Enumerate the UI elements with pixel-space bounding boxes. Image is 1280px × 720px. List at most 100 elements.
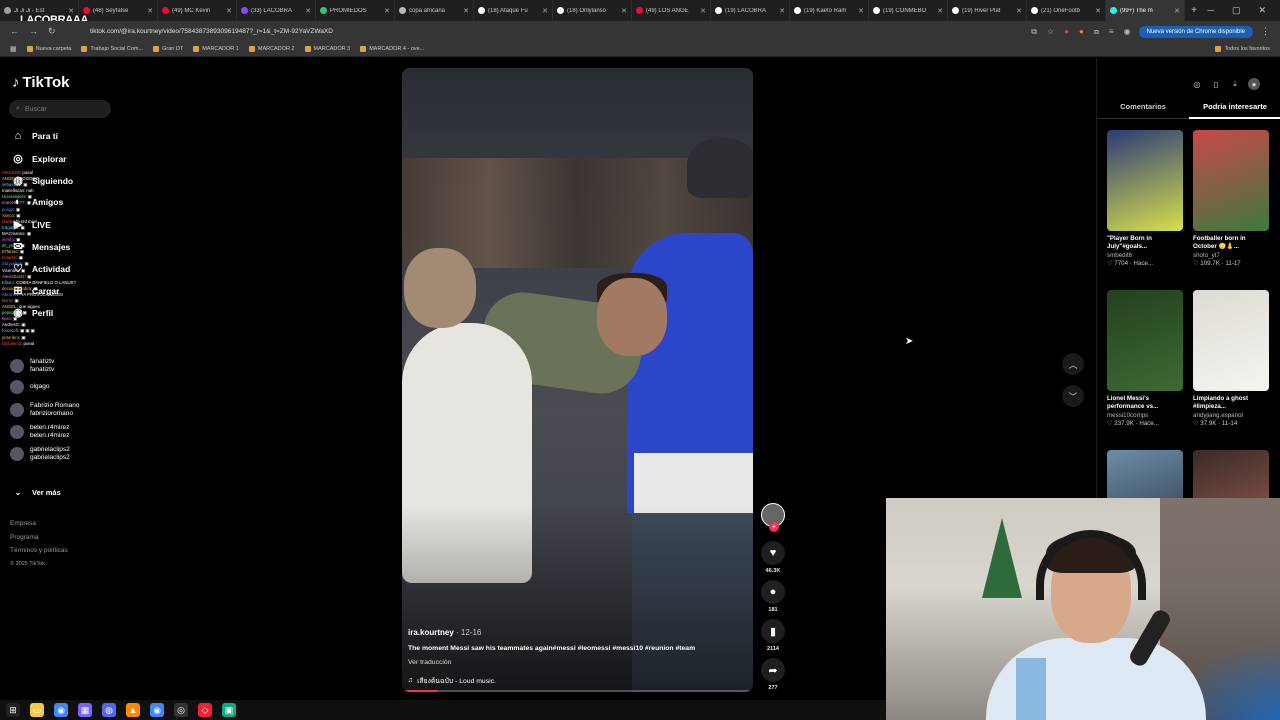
following-account[interactable]: Fabrizio Romano fabrizioromano [10, 402, 80, 418]
browser-tab[interactable]: (21) OneFootb ✕ [1027, 0, 1106, 21]
all-bookmarks[interactable]: Todos los favoritos [1215, 46, 1270, 52]
share-action[interactable]: ➦ 277 [760, 658, 786, 691]
browser-tab[interactable]: (49) LOS ANGE ✕ [632, 0, 711, 21]
close-tab-icon[interactable]: ✕ [1016, 7, 1022, 15]
bookmark-item[interactable]: Gran DT [153, 46, 183, 52]
browser-tab[interactable]: (48) Seyfalse ✕ [79, 0, 158, 21]
next-video-button[interactable]: ﹀ [1062, 385, 1084, 407]
url-input[interactable]: tiktok.com/@ira.kourtney/video/758438738… [90, 28, 1031, 35]
close-tab-icon[interactable]: ✕ [542, 7, 548, 15]
minimize-icon[interactable]: ─ [1208, 5, 1214, 16]
browser-tab[interactable]: (18) Ataque Fu ✕ [474, 0, 553, 21]
like-action[interactable]: ♥ 46.3K [760, 541, 786, 574]
bookmark-item[interactable]: Nueva carpeta [26, 46, 71, 52]
close-tab-icon[interactable]: ✕ [1095, 7, 1101, 15]
video-card-user[interactable]: messi10comps [1107, 412, 1183, 419]
previous-video-button[interactable]: ︿ [1062, 353, 1084, 375]
footer-link[interactable]: Empresa [10, 520, 36, 527]
following-account[interactable]: olgago [10, 380, 50, 394]
profile-icon[interactable]: ◉ [1124, 27, 1131, 36]
app3-icon[interactable]: ▣ [222, 703, 236, 717]
following-account[interactable]: fanatiztv fanatiztv [10, 358, 54, 374]
chrome-icon[interactable]: ◉ [54, 703, 68, 717]
chrome-update-button[interactable]: Nueva versión de Chrome disponible [1138, 25, 1253, 38]
maximize-icon[interactable]: ▢ [1232, 5, 1241, 16]
video-card[interactable]: "Player Born in July"#goals... smbedit6 ♡ … [1107, 130, 1183, 267]
nav-item-para-ti[interactable]: ⌂ Para ti [12, 130, 58, 142]
bookmark-item[interactable]: MARCADOR 1 [193, 46, 239, 52]
video-progress-bar[interactable] [402, 690, 753, 692]
reload-icon[interactable]: ↻ [48, 26, 56, 37]
close-tab-icon[interactable]: ✕ [463, 7, 469, 15]
apps-grid-icon[interactable]: ▦ [10, 45, 17, 53]
video-card[interactable]: Limpiando a ghost #limpieza... andyjiang.… [1193, 290, 1269, 427]
panel-tab[interactable]: Podría interesarte [1189, 102, 1280, 119]
close-tab-icon[interactable]: ✕ [621, 7, 627, 15]
close-tab-icon[interactable]: ✕ [147, 7, 153, 15]
video-music[interactable]: ♫ เสียงต้นฉบับ - Loud music. [408, 675, 496, 686]
following-account[interactable]: gabrielaclips2 gabrielaclips2 [10, 446, 70, 462]
see-translation-link[interactable]: Ver traducción [408, 659, 451, 666]
obs-icon[interactable]: ◎ [174, 703, 188, 717]
video-card[interactable]: Lionel Messi's performance vs... messi10c… [1107, 290, 1183, 427]
video-card-user[interactable]: smbedit6 [1107, 252, 1183, 259]
close-tab-icon[interactable]: ✕ [700, 7, 706, 15]
footer-link[interactable]: Términos y políticas [10, 547, 68, 554]
kebab-menu-icon[interactable]: ⋮ [1261, 26, 1270, 37]
extension2-icon[interactable]: ● [1079, 27, 1084, 36]
bookmark-item[interactable]: MARCADOR 4 - ove... [360, 46, 424, 52]
video-card-user[interactable]: shoto_yt7 [1193, 252, 1269, 259]
tiktok-logo[interactable]: ♪ TikTok [12, 74, 69, 91]
video-thumbnail[interactable] [1107, 290, 1183, 391]
download-icon[interactable]: ⤓ [1229, 78, 1241, 90]
new-tab-icon[interactable]: + [1185, 5, 1203, 16]
files-icon[interactable]: ▭ [30, 703, 44, 717]
star-icon[interactable]: ☆ [1047, 27, 1054, 36]
extension-icon[interactable]: ● [1064, 27, 1069, 36]
close-window-icon[interactable]: ✕ [1258, 5, 1266, 16]
share-icon[interactable]: ➦ [761, 658, 785, 682]
browser-tab[interactable]: PROMIEDOS ✕ [316, 0, 395, 21]
app2-icon[interactable]: ◇ [198, 703, 212, 717]
forward-icon[interactable]: → [29, 26, 38, 37]
video-author[interactable]: ira.kourtney [408, 628, 454, 637]
see-more-button[interactable]: ⌄ Ver más [12, 488, 61, 497]
browser-tab[interactable]: (33) LACOBRA ✕ [237, 0, 316, 21]
user-avatar[interactable]: ● [1248, 78, 1260, 90]
video-card-user[interactable]: andyjiang.espanol [1193, 412, 1269, 419]
bookmark-item[interactable]: MARCADOR 3 [304, 46, 350, 52]
nav-item-explorar[interactable]: ◎ Explorar [12, 152, 66, 165]
following-account[interactable]: belen.r4mirez belen.r4mirez [10, 424, 69, 440]
app-icon[interactable]: ▦ [78, 703, 92, 717]
close-tab-icon[interactable]: ✕ [779, 7, 785, 15]
close-tab-icon[interactable]: ✕ [1174, 7, 1180, 15]
search-input[interactable]: ⌕ Buscar [9, 100, 111, 118]
puzzle-icon[interactable]: ⧈ [1094, 27, 1099, 37]
save-action[interactable]: ▮ 2114 [760, 619, 786, 652]
back-icon[interactable]: ← [10, 26, 19, 37]
browser-tab[interactable]: (99+) The m ✕ [1106, 0, 1185, 21]
footer-link[interactable]: Programa [10, 534, 39, 541]
comment-action[interactable]: ● 181 [760, 580, 786, 613]
video-player[interactable]: ira.kourtney · 12-16 The moment Messi sa… [402, 68, 753, 692]
close-tab-icon[interactable]: ✕ [937, 7, 943, 15]
bookmark-item[interactable]: Trabajo Social Com... [81, 46, 143, 52]
browser-tab[interactable]: (19) Kaeto Ram ✕ [790, 0, 869, 21]
browser-tab[interactable]: (19) LACOBRA ✕ [711, 0, 790, 21]
close-tab-icon[interactable]: ✕ [226, 7, 232, 15]
device-icon[interactable]: ▯ [1210, 78, 1222, 90]
install-icon[interactable]: ⧉ [1031, 27, 1037, 37]
vlc-icon[interactable]: ▲ [126, 703, 140, 717]
browser-tab[interactable]: (19) River Plat ✕ [948, 0, 1027, 21]
video-thumbnail[interactable] [1107, 130, 1183, 231]
compass-small-icon[interactable]: ◎ [1191, 78, 1203, 90]
follow-plus-icon[interactable]: + [769, 522, 779, 532]
browser-tab[interactable]: copa africana ✕ [395, 0, 474, 21]
creator-avatar[interactable]: + [761, 503, 785, 532]
panel-tab[interactable]: Comentarios [1097, 102, 1189, 119]
video-card[interactable]: Footballer born in October 😳👃... shoto_yt… [1193, 130, 1269, 267]
comment-icon[interactable]: ● [761, 580, 785, 604]
bookmark-item[interactable]: MARCADOR 2 [248, 46, 295, 52]
bookmark-icon[interactable]: ▮ [761, 619, 785, 643]
browser-tab[interactable]: (18) Onlylanso ✕ [553, 0, 632, 21]
